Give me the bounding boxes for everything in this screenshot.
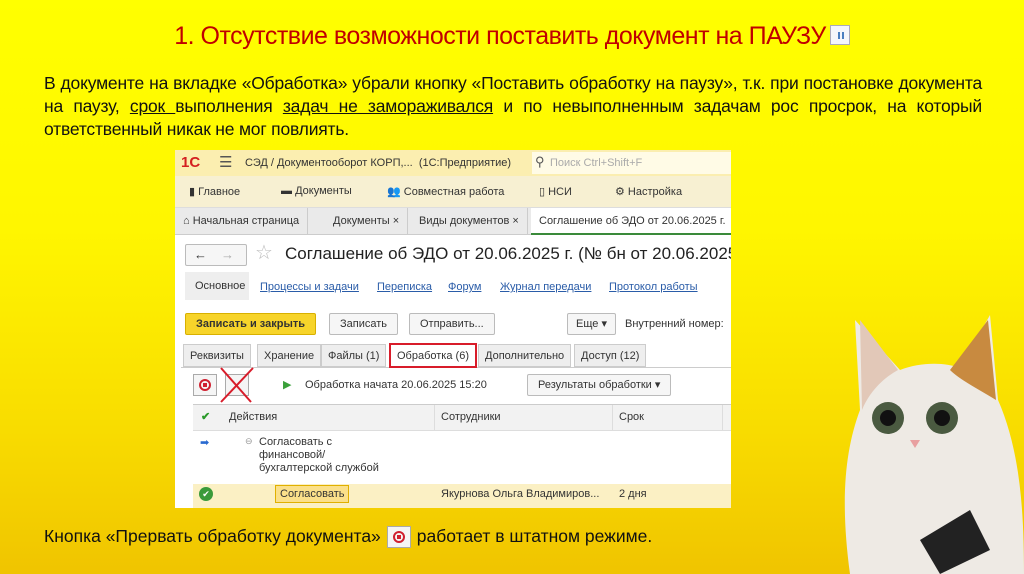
description-paragraph: В документе на вкладке «Обработка» убрал… (44, 72, 982, 141)
nav-buttons: ← → (185, 244, 247, 266)
section-documents[interactable]: ▬ Документы (281, 185, 352, 197)
cross-mark-icon (220, 367, 254, 403)
results-label: Результаты обработки (538, 379, 652, 391)
section-nsi[interactable]: ▯ НСИ (539, 185, 572, 198)
link-correspondence[interactable]: Переписка (377, 281, 432, 293)
table-row[interactable]: ➡ ⊖ Согласовать с финансовой/бухгалтерск… (193, 432, 731, 482)
play-icon: ▶ (283, 379, 292, 391)
action-cell[interactable]: Согласовать (275, 485, 350, 503)
tab-label: Виды документов (419, 215, 510, 227)
results-button[interactable]: Результаты обработки ▾ (527, 374, 672, 396)
section-label: Документы (295, 185, 352, 197)
tab-additional[interactable]: Дополнительно (478, 344, 572, 367)
arrow-right-icon: ➡ (200, 437, 210, 449)
link-processes[interactable]: Процессы и задачи (260, 281, 359, 293)
link-transfer-log[interactable]: Журнал передачи (500, 281, 591, 293)
tab-label: Документы (333, 215, 390, 227)
star-icon[interactable]: ☆ (255, 240, 273, 265)
more-button[interactable]: Еще ▾ (567, 313, 616, 335)
check-icon: ✔ (201, 411, 211, 423)
section-label: НСИ (548, 186, 572, 198)
more-label: Еще (576, 318, 599, 330)
tab-files[interactable]: Файлы (1) (321, 344, 387, 367)
tab-agreement[interactable]: Соглашение об ЭДО от 20.06.2025 г. (531, 208, 731, 235)
close-icon[interactable]: × (393, 215, 399, 227)
para-text: выполнения (175, 96, 283, 116)
search-placeholder: Поиск Ctrl+Shift+F (550, 157, 643, 169)
menu-icon[interactable]: ☰ (219, 153, 232, 171)
stop-icon (199, 379, 211, 391)
section-collaboration[interactable]: 👥 Совместная работа (387, 185, 504, 198)
link-forum[interactable]: Форум (448, 281, 481, 293)
title-text: 1. Отсутствие возможности поставить доку… (174, 22, 826, 50)
link-work-log[interactable]: Протокол работы (609, 281, 698, 293)
stop-processing-icon (386, 526, 411, 549)
send-button[interactable]: Отправить... (409, 313, 495, 335)
section-label: Главное (198, 186, 241, 198)
chevron-down-icon: ▾ (654, 379, 661, 391)
search-input[interactable]: ⚲ Поиск Ctrl+Shift+F (532, 152, 731, 174)
para-underlined: срок (129, 96, 176, 116)
section-label: Совместная работа (403, 186, 505, 198)
back-arrow-icon[interactable]: ← (186, 247, 215, 262)
processing-status: Обработка начата 20.06.2025 15:20 (305, 379, 487, 391)
search-icon: ⚲ (535, 154, 545, 169)
forward-arrow-icon[interactable]: → (215, 247, 240, 262)
col-actions[interactable]: Действия (223, 405, 435, 430)
save-button[interactable]: Записать (329, 313, 399, 335)
save-close-button[interactable]: Записать и закрыть (185, 313, 317, 335)
bottom-text: Кнопка «Прервать обработку документа» (44, 526, 381, 546)
term-cell: 2 дня (619, 488, 647, 500)
tab-documents[interactable]: Документы × (325, 208, 409, 235)
nav-label: Основное (195, 280, 246, 292)
1c-logo: 1С (181, 154, 201, 171)
tab-requisites[interactable]: Реквизиты (183, 344, 251, 367)
home-icon: ⌂ (183, 215, 190, 227)
col-employees[interactable]: Сотрудники (435, 405, 613, 430)
title-bar: 1С ☰ СЭД / Документооборот КОРП,... (1С:… (175, 150, 731, 176)
tab-storage[interactable]: Хранение (257, 344, 322, 367)
stop-processing-button[interactable] (193, 374, 217, 396)
open-tabs-bar: ⌂ Начальная страница Документы × Виды до… (175, 208, 731, 235)
action-cell: Согласовать с финансовой/бухгалтерской с… (259, 436, 379, 474)
window-title: СЭД / Документооборот КОРП,... (1С:Предп… (245, 157, 512, 169)
tasks-table: ✔ Действия Сотрудники Срок ➡ ⊖ Согласова… (193, 404, 731, 508)
chevron-down-icon: ▾ (601, 318, 607, 330)
bottom-note: Кнопка «Прервать обработку документа» раб… (44, 526, 653, 549)
tab-label: Начальная страница (192, 215, 300, 227)
para-underlined: задач не замораживался (282, 96, 494, 116)
section-label: Настройка (627, 186, 683, 198)
internal-number-label: Внутренний номер: (625, 318, 724, 330)
collapse-icon[interactable]: ⊖ (245, 436, 253, 447)
doc-nav-main[interactable]: Основное (185, 272, 249, 300)
bottom-text: работает в штатном режиме. (416, 526, 653, 546)
section-main[interactable]: ▮ Главное (189, 185, 240, 198)
pause-icon (829, 25, 850, 46)
cat-photo (844, 315, 1024, 574)
employee-cell: Якурнова Ольга Владимиров... (441, 488, 600, 500)
sections-bar: ▮ Главное ▬ Документы 👥 Совместная работ… (175, 176, 731, 208)
app-screenshot: 1С ☰ СЭД / Документооборот КОРП,... (1С:… (175, 150, 731, 508)
tab-home[interactable]: ⌂ Начальная страница (175, 208, 309, 235)
document-title: Соглашение об ЭДО от 20.06.2025 г. (№ бн… (285, 244, 731, 263)
tab-processing[interactable]: Обработка (6) (389, 343, 477, 368)
done-icon: ✔ (199, 487, 213, 501)
table-row[interactable]: ✔ Согласовать Якурнова Ольга Владимиров.… (193, 484, 731, 508)
close-icon[interactable]: × (512, 215, 518, 227)
col-term[interactable]: Срок (613, 405, 723, 430)
tab-doc-types[interactable]: Виды документов × (411, 208, 528, 235)
section-settings[interactable]: ⚙ Настройка (615, 185, 682, 198)
tab-label: Соглашение об ЭДО от 20.06.2025 г. (539, 215, 726, 227)
slide-title: 1. Отсутствие возможности поставить доку… (0, 22, 1024, 51)
tab-access[interactable]: Доступ (12) (574, 344, 647, 367)
